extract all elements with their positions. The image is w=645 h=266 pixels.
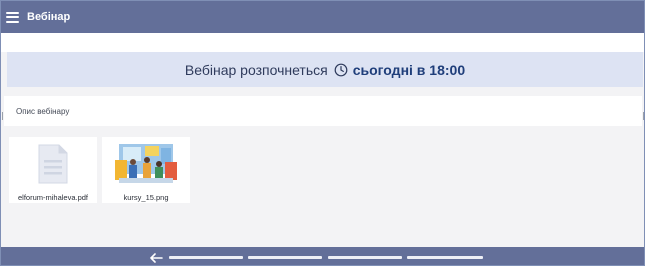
start-time-banner: Вебінар розпочнеться сьогодні в 18:00	[7, 52, 643, 87]
document-icon	[20, 142, 86, 186]
description-label: Опис вебінару	[16, 106, 70, 116]
file-card-pdf[interactable]: elforum-mihaleva.pdf	[9, 137, 97, 203]
banner-text: Вебінар розпочнеться	[184, 61, 328, 78]
file-name: kursy_15.png	[123, 193, 169, 202]
hamburger-menu-icon[interactable]	[6, 11, 19, 23]
webinar-window: Вебінар Вебінар розпочнеться сьогодні в …	[0, 0, 645, 266]
scroll-edge-right	[643, 112, 644, 120]
file-name: elforum-mihaleva.pdf	[17, 193, 89, 202]
top-bar: Вебінар	[1, 1, 644, 33]
clock-icon	[334, 63, 348, 77]
back-arrow-icon[interactable]	[149, 251, 163, 263]
description-section[interactable]: Опис вебінару	[4, 96, 642, 126]
file-card-png[interactable]: kursy_15.png	[102, 137, 190, 203]
banner-time: сьогодні в 18:00	[352, 61, 466, 78]
progress-segment-1[interactable]	[169, 256, 243, 259]
scroll-edge-left	[2, 112, 3, 120]
bottom-bar	[1, 247, 644, 265]
image-thumbnail	[113, 142, 179, 186]
progress-segment-2[interactable]	[248, 256, 322, 259]
progress-segment-3[interactable]	[328, 256, 402, 259]
header-spacer	[1, 33, 644, 52]
page-title: Вебінар	[27, 11, 71, 23]
progress-segment-4[interactable]	[407, 256, 483, 259]
